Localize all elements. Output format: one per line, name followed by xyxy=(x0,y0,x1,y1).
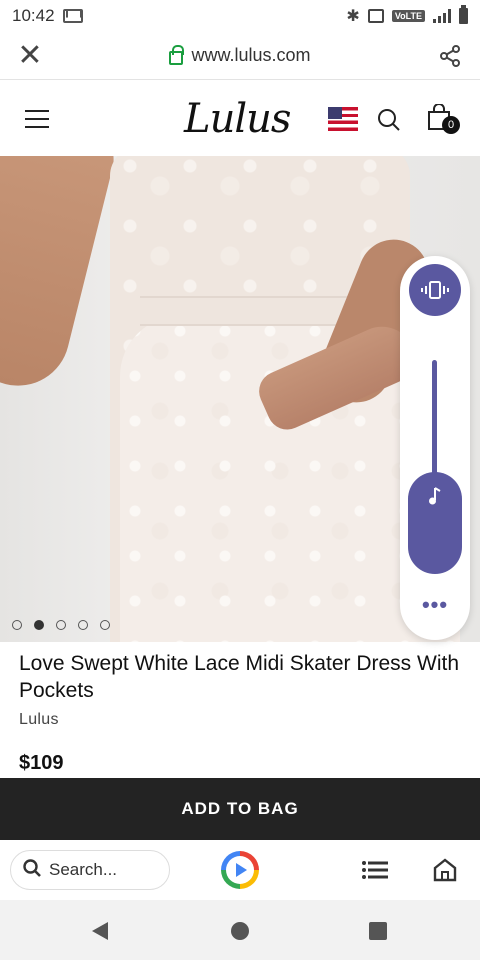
carousel-dot[interactable] xyxy=(56,620,66,630)
carousel-dot[interactable] xyxy=(78,620,88,630)
status-bar: 10:42 ✱ VoLTE xyxy=(0,0,480,32)
site-header: Lulus xyxy=(0,82,480,156)
url-display[interactable]: www.lulus.com xyxy=(60,44,420,66)
search-placeholder: Search... xyxy=(49,860,118,879)
carousel-dot[interactable] xyxy=(100,620,110,630)
vibrate-icon[interactable] xyxy=(409,264,461,316)
browser-url-bar: ✕ www.lulus.com xyxy=(0,32,480,80)
close-icon[interactable]: ✕ xyxy=(0,40,60,71)
battery-icon xyxy=(459,5,468,24)
bag-count-badge: 0 xyxy=(442,116,460,134)
music-note-icon xyxy=(428,486,442,574)
recent-apps-icon[interactable] xyxy=(369,922,387,940)
add-to-bag-button[interactable]: ADD TO BAG xyxy=(0,778,480,840)
android-nav-bar xyxy=(0,900,480,960)
volte-badge: VoLTE xyxy=(391,10,425,22)
google-play-icon[interactable] xyxy=(221,851,259,889)
more-horizontal-icon[interactable]: ••• xyxy=(400,594,470,616)
url-text: www.lulus.com xyxy=(191,45,311,65)
back-icon[interactable] xyxy=(92,922,108,940)
lock-icon xyxy=(169,44,185,65)
status-time: 10:42 xyxy=(12,6,55,25)
volume-slider[interactable] xyxy=(408,472,462,574)
carousel-dots xyxy=(12,620,110,630)
product-brand[interactable]: Lulus xyxy=(19,711,59,729)
signal-icon xyxy=(433,9,451,23)
search-icon xyxy=(23,858,41,882)
bluetooth-icon: ✱ xyxy=(346,8,360,25)
list-icon[interactable] xyxy=(362,861,388,884)
share-icon[interactable] xyxy=(420,44,480,68)
bottom-toolbar: Search... xyxy=(0,840,480,900)
product-title: Love Swept White Lace Midi Skater Dress … xyxy=(19,652,459,702)
home-button-icon[interactable] xyxy=(231,922,249,940)
us-flag-icon[interactable] xyxy=(328,107,358,131)
search-icon[interactable] xyxy=(377,108,401,137)
volume-panel: ••• xyxy=(400,256,470,640)
gmail-icon xyxy=(62,9,83,23)
carousel-dot-active[interactable] xyxy=(34,620,44,630)
home-icon[interactable] xyxy=(432,857,458,888)
vibrate-icon xyxy=(367,9,384,23)
site-logo[interactable]: Lulus xyxy=(74,96,480,142)
model-arm xyxy=(0,156,121,397)
search-input[interactable]: Search... xyxy=(10,850,170,890)
menu-icon[interactable] xyxy=(0,110,74,128)
product-price: $109 xyxy=(19,752,64,774)
carousel-dot[interactable] xyxy=(12,620,22,630)
